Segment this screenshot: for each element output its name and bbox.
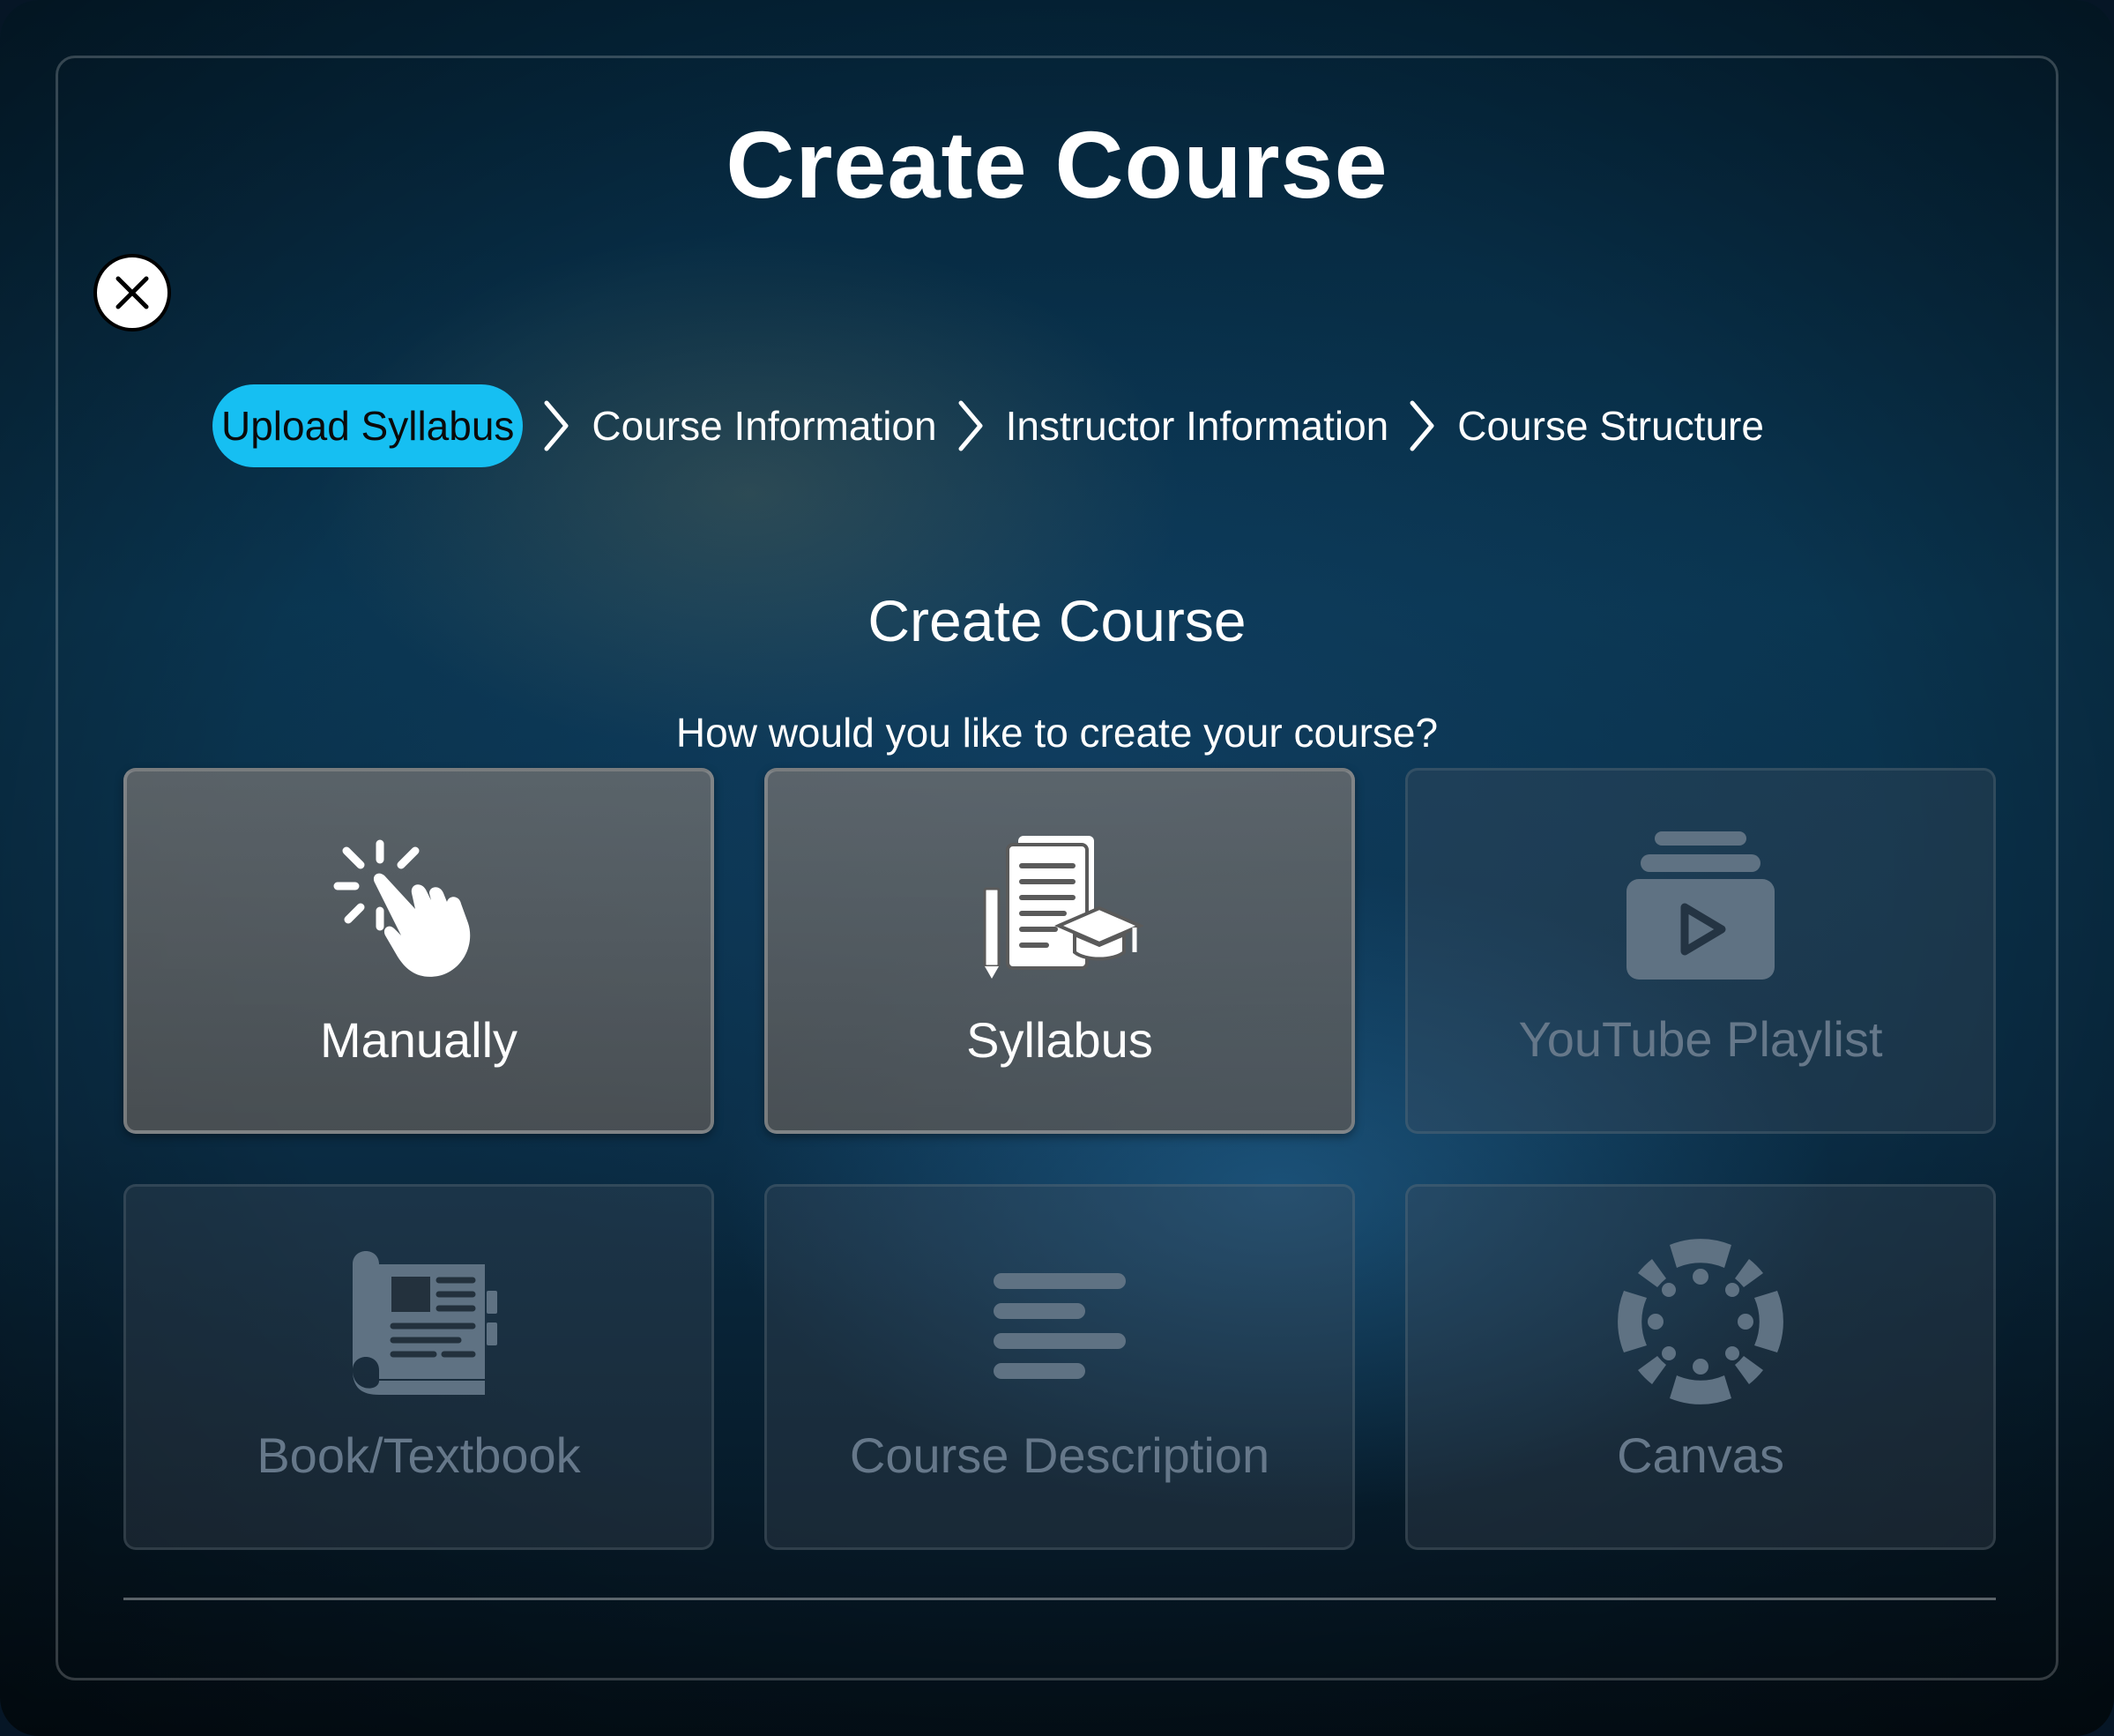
text-lines-icon — [994, 1273, 1126, 1379]
step-upload-syllabus[interactable]: Upload Syllabus — [212, 384, 524, 467]
video-playlist-icon — [1626, 831, 1775, 980]
option-book-textbook[interactable]: Book/Textbook — [123, 1184, 714, 1550]
option-canvas[interactable]: Canvas — [1405, 1184, 1996, 1550]
step-course-information[interactable]: Course Information — [592, 402, 936, 450]
stepper: Upload Syllabus Course Information Instr… — [212, 384, 1764, 467]
option-label: Course Description — [849, 1427, 1270, 1483]
option-label: Book/Textbook — [257, 1427, 581, 1483]
option-course-description[interactable]: Course Description — [764, 1184, 1355, 1550]
creation-prompt: How would you like to create your course… — [675, 710, 1439, 756]
book-icon — [353, 1251, 497, 1395]
chevron-right-icon — [953, 399, 988, 452]
step-course-structure[interactable]: Course Structure — [1457, 402, 1764, 450]
creation-options-grid: Manually Syllabus YouTube Playlist Book/… — [123, 768, 1996, 1550]
option-label: Syllabus — [966, 1012, 1153, 1068]
option-label: Canvas — [1617, 1427, 1784, 1483]
canvas-logo-icon — [1618, 1239, 1783, 1404]
syllabus-icon — [983, 836, 1143, 979]
hand-pointer-icon — [333, 839, 471, 977]
chevron-right-icon — [539, 399, 574, 452]
section-title: Create Course — [867, 588, 1247, 653]
option-syllabus[interactable]: Syllabus — [764, 768, 1355, 1134]
chevron-right-icon — [1404, 399, 1440, 452]
close-icon — [115, 276, 149, 309]
footer-divider — [123, 1598, 1996, 1600]
option-youtube-playlist[interactable]: YouTube Playlist — [1405, 768, 1996, 1134]
option-label: Manually — [319, 1012, 518, 1068]
step-instructor-information[interactable]: Instructor Information — [1006, 402, 1389, 450]
option-label: YouTube Playlist — [1518, 1011, 1883, 1067]
create-course-modal: Create Course Upload Syllabus Course Inf… — [56, 56, 2058, 1680]
close-button[interactable] — [93, 254, 171, 332]
option-manually[interactable]: Manually — [123, 768, 714, 1134]
modal-title: Create Course — [726, 111, 1388, 218]
